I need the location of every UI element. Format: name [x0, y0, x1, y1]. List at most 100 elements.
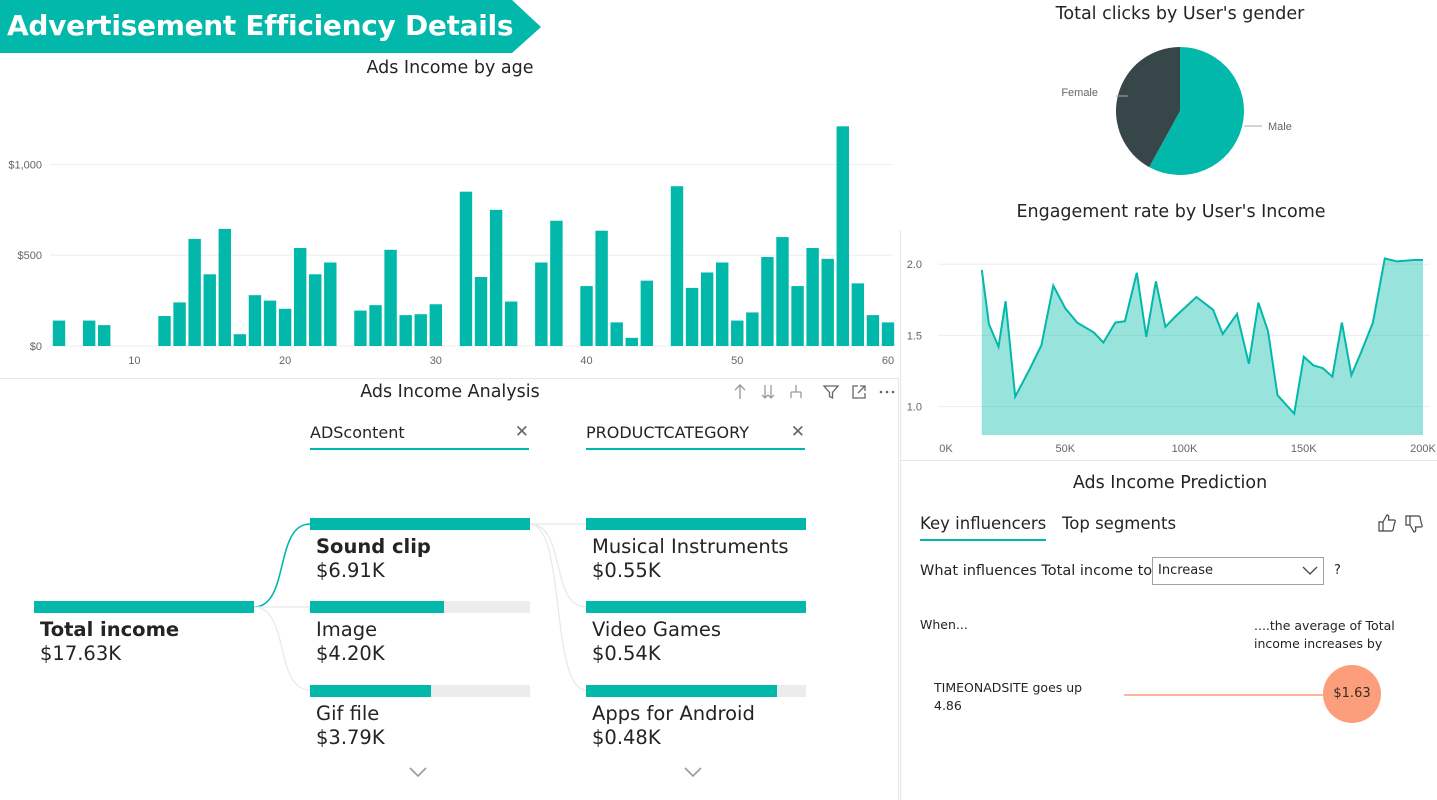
expand-hierarchy-icon[interactable] [787, 383, 805, 401]
thumbs-up-icon[interactable] [1377, 513, 1397, 533]
bar [278, 308, 292, 346]
tab-top-segments[interactable]: Top segments [1062, 514, 1176, 539]
remove-level-icon[interactable]: ✕ [791, 422, 805, 442]
influencer-row[interactable]: TIMEONADSITE goes up 4.86 [934, 679, 1104, 715]
bar [716, 262, 729, 346]
connector [253, 606, 311, 691]
age-bar-chart[interactable]: $0 $500 $1,000 10 20 30 40 50 60 [0, 80, 900, 375]
node-name: Musical Instruments [592, 535, 789, 558]
bar [821, 258, 834, 346]
influencer-line [1124, 694, 1326, 696]
node-name: Sound clip [316, 535, 431, 558]
bar [806, 247, 819, 346]
gender-chart-title: Total clicks by User's gender [1055, 4, 1305, 24]
bar [263, 300, 277, 346]
bar [670, 186, 684, 346]
prediction-title: Ads Income Prediction [1072, 473, 1268, 493]
x-tick-label: 40 [580, 355, 592, 367]
node-value: $4.20K [316, 642, 385, 665]
level-field-adscontent: ADScontent ✕ [310, 420, 529, 450]
influence-question: What influences Total income to [920, 563, 1153, 579]
bar [504, 301, 518, 346]
bar [82, 320, 96, 346]
bar [550, 220, 563, 346]
drill-up-icon[interactable] [731, 383, 749, 401]
x-tick-label: 50 [731, 355, 743, 367]
bar [384, 249, 397, 346]
average-label: ....the average of Total income increase… [1254, 618, 1395, 651]
when-label: When... [920, 617, 968, 632]
bar [188, 238, 201, 346]
bar [248, 295, 262, 346]
bar [489, 209, 503, 346]
decomp-title: Ads Income Analysis [360, 382, 540, 402]
bar [580, 286, 593, 346]
bar [685, 287, 699, 346]
y-tick-label: 2.0 [907, 259, 922, 271]
help-icon[interactable]: ? [1334, 563, 1341, 578]
y-tick-label: $500 [18, 250, 42, 262]
bar [474, 277, 488, 346]
bar [776, 237, 789, 346]
engagement-area-chart[interactable]: 1.0 1.5 2.0 0K 50K 100K 150K 200K [900, 240, 1437, 465]
node-bar [586, 685, 777, 697]
node-value: $0.55K [592, 559, 661, 582]
expand-all-down-icon[interactable] [759, 383, 777, 401]
select-value: Increase [1158, 563, 1214, 578]
bar [625, 337, 638, 346]
influencer-amount: 4.86 [934, 698, 962, 713]
bar [414, 314, 427, 346]
pie-label: Male [1268, 121, 1292, 133]
bar [218, 228, 231, 346]
x-tick-label: 30 [430, 355, 442, 367]
bar [173, 302, 186, 346]
y-tick-label: $1,000 [8, 159, 42, 171]
pie-label: Female [1061, 87, 1098, 99]
connector [529, 523, 587, 691]
remove-level-icon[interactable]: ✕ [515, 422, 529, 442]
bar [203, 274, 216, 346]
bar [98, 325, 111, 346]
influence-bubble[interactable]: $1.63 [1323, 665, 1381, 723]
node-value: $0.48K [592, 726, 661, 749]
node-bar [310, 518, 530, 530]
x-tick-label: 150K [1291, 443, 1317, 455]
connector [529, 523, 587, 608]
node-name: Apps for Android [592, 702, 755, 725]
bar [836, 126, 849, 346]
gender-pie-chart[interactable]: Female Male [1000, 40, 1340, 190]
bar [233, 334, 247, 346]
node-name: Video Games [592, 618, 722, 641]
bar [791, 286, 804, 346]
bar [535, 262, 548, 346]
connector-active [253, 523, 311, 608]
node-value: $6.91K [316, 559, 385, 582]
chevron-down-icon[interactable] [408, 765, 428, 779]
node-bar [586, 518, 806, 530]
engagement-chart-title: Engagement rate by User's Income [1016, 202, 1326, 222]
level-field-productcategory: PRODUCTCATEGORY ✕ [586, 420, 805, 450]
node-name: Gif file [316, 702, 380, 725]
filter-icon[interactable] [822, 383, 840, 401]
more-options-icon[interactable] [878, 383, 896, 401]
x-tick-label: 200K [1410, 443, 1436, 455]
direction-select[interactable]: Increase [1152, 557, 1324, 585]
bar [746, 312, 759, 346]
bar [369, 305, 382, 346]
x-tick-label: 20 [279, 355, 291, 367]
chevron-down-icon[interactable] [683, 765, 703, 779]
node-bar [586, 601, 806, 613]
y-tick-label: $0 [30, 341, 42, 353]
y-tick-label: 1.5 [907, 330, 922, 342]
bar [158, 316, 171, 346]
tab-key-influencers[interactable]: Key influencers [920, 514, 1047, 541]
bar [761, 257, 774, 346]
focus-mode-icon[interactable] [850, 383, 868, 401]
node-value: $17.63K [40, 642, 122, 665]
bar [700, 272, 714, 346]
bar [731, 320, 744, 346]
bar [293, 247, 307, 346]
bar [640, 280, 654, 346]
thumbs-down-icon[interactable] [1404, 514, 1424, 534]
bar [459, 191, 473, 346]
